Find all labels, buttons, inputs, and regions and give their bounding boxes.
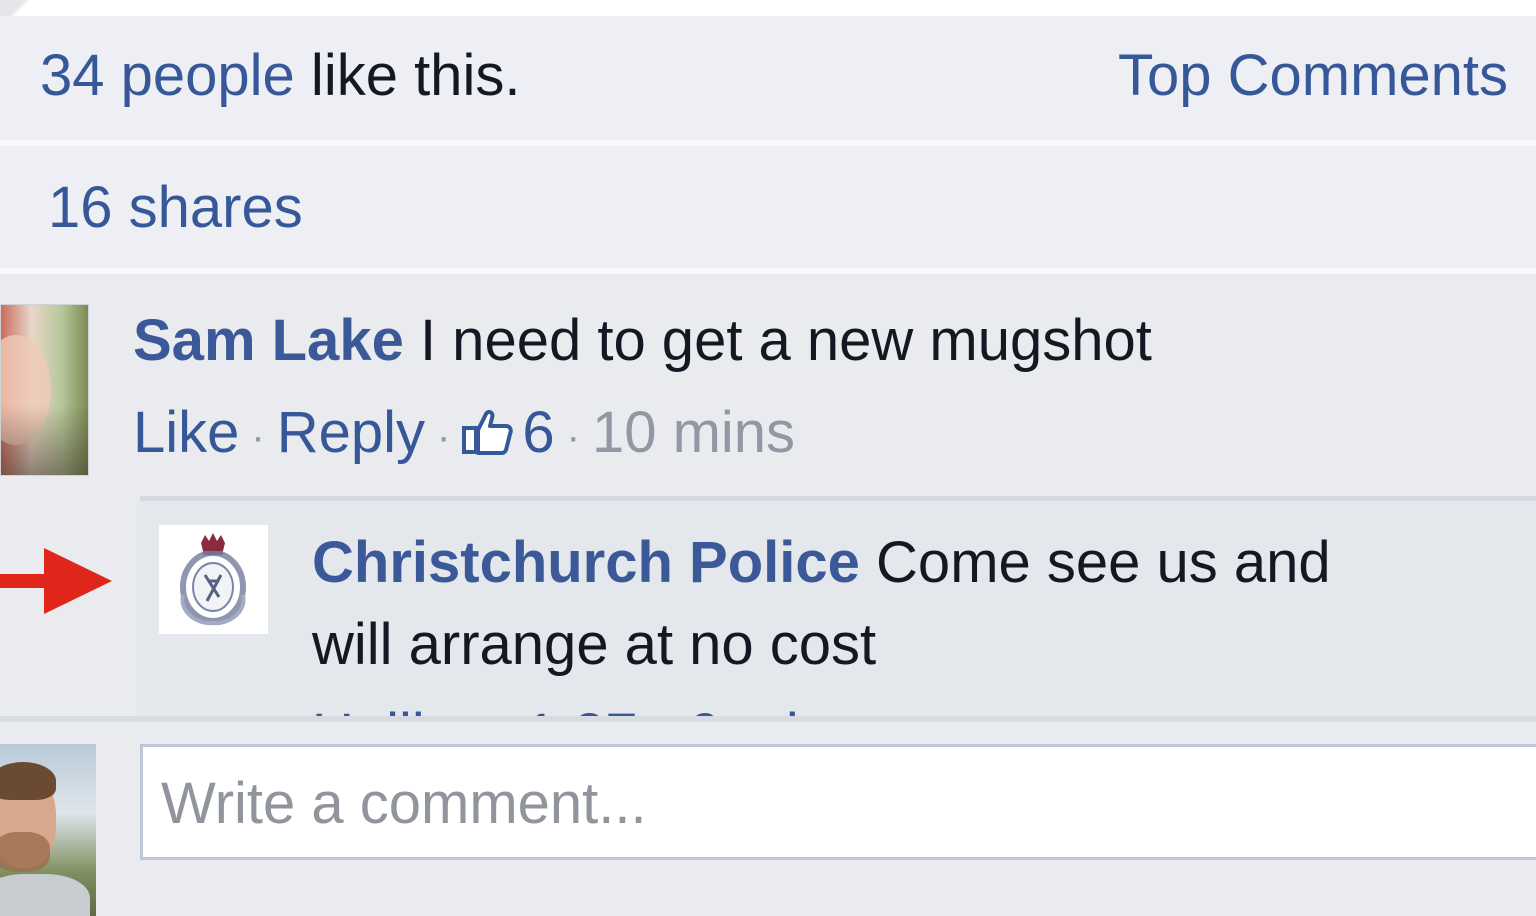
comment-input[interactable] — [161, 765, 1461, 841]
top-comments-link[interactable]: Top Comments — [1118, 42, 1508, 110]
comment-text: I need to get a new mugshot — [419, 308, 1152, 373]
likes-summary: 34 people like this. — [40, 42, 520, 110]
red-arrow-icon — [0, 548, 112, 614]
reply-actions[interactable]: Unlike · 1,27 · 9 mi — [312, 700, 799, 716]
like-button[interactable]: Like — [133, 400, 239, 465]
reply-body: Christchurch Police Come see us and — [312, 528, 1331, 598]
reply-author-link[interactable]: Christchurch Police — [312, 530, 860, 595]
shares-link[interactable]: 16 shares — [48, 174, 303, 242]
comment-box[interactable] — [140, 744, 1536, 860]
reply-text-line2: will arrange at no cost — [312, 612, 877, 677]
thumbs-up-icon — [462, 409, 514, 455]
comment-body: Sam Lake I need to get a new mugshot — [133, 306, 1152, 376]
comment-author-link[interactable]: Sam Lake — [133, 308, 404, 373]
police-crest-icon — [180, 533, 246, 626]
avatar[interactable] — [0, 304, 89, 476]
avatar[interactable] — [0, 744, 96, 916]
likes-count-link[interactable]: 34 people — [40, 43, 295, 108]
separator-dot: · — [566, 414, 580, 459]
separator-dot: · — [251, 414, 265, 459]
comment-timestamp[interactable]: 10 mins — [592, 400, 795, 465]
avatar[interactable] — [159, 525, 268, 634]
likes-suffix: like this. — [294, 43, 521, 108]
like-count[interactable]: 6 — [462, 400, 555, 465]
comment-actions: Like · Reply · 6 · 10 mins — [133, 398, 795, 472]
like-count-value: 6 — [522, 400, 555, 465]
reply-actions-clip: Unlike · 1,27 · 9 mi — [312, 700, 1012, 716]
reply-text-line1: Come see us and — [876, 530, 1331, 595]
top-strip — [0, 0, 1536, 16]
reply-button[interactable]: Reply — [277, 400, 425, 465]
separator-dot: · — [437, 414, 451, 459]
